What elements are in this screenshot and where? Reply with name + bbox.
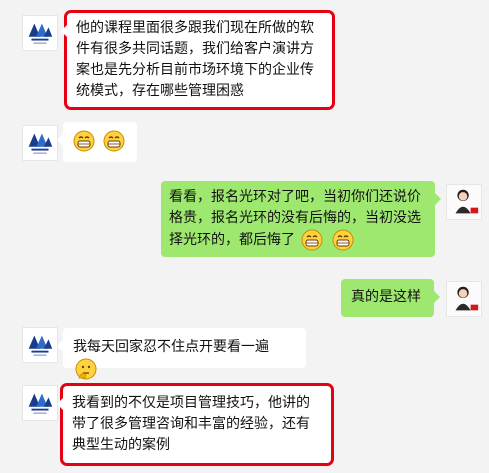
grin-icon [301,229,323,251]
message-bubble-1[interactable]: 他的课程里面很多跟我们现在所做的软件有很多共同话题，我们给客户演讲方案也是先分析… [61,10,335,110]
company-avatar[interactable] [22,327,58,363]
message-text: 我每天回家忍不住点开要看一遍 [73,339,269,355]
grin-icon [332,229,354,251]
grin-icon [103,130,125,152]
message-text: 看看，报名光环对了吧，当初你们还说价格贵，报名光环的没有后悔的，当初没选择光环的… [169,189,421,248]
user-avatar[interactable] [446,184,482,220]
company-logo-icon [28,335,53,356]
user-avatar[interactable] [446,281,482,317]
company-logo-icon [28,393,53,414]
message-text: 他的课程里面很多跟我们现在所做的软件有很多共同话题，我们给客户演讲方案也是先分析… [76,20,314,99]
message-bubble-6[interactable]: 我看到的不仅是项目管理技巧，他讲的带了很多管理咨询和丰富的经验，还有典型生动的案… [57,383,334,466]
message-text: 我看到的不仅是项目管理技巧，他讲的带了很多管理咨询和丰富的经验，还有典型生动的案… [72,395,310,453]
company-avatar[interactable] [22,15,58,51]
company-avatar[interactable] [22,385,58,421]
grin-icon [73,130,95,152]
company-avatar[interactable] [22,125,58,161]
message-bubble-2[interactable] [57,122,137,162]
thinking-icon [75,358,97,380]
message-bubble-3[interactable]: 看看，报名光环对了吧，当初你们还说价格贵，报名光环的没有后悔的，当初没选择光环的… [161,181,441,257]
message-bubble-4[interactable]: 真的是这样 [341,279,440,317]
company-logo-icon [28,133,53,154]
user-photo-icon [455,286,479,311]
message-bubble-5[interactable]: 我每天回家忍不住点开要看一遍 [57,328,306,380]
message-text: 真的是这样 [351,289,421,305]
user-photo-icon [455,189,479,214]
company-logo-icon [28,23,53,44]
